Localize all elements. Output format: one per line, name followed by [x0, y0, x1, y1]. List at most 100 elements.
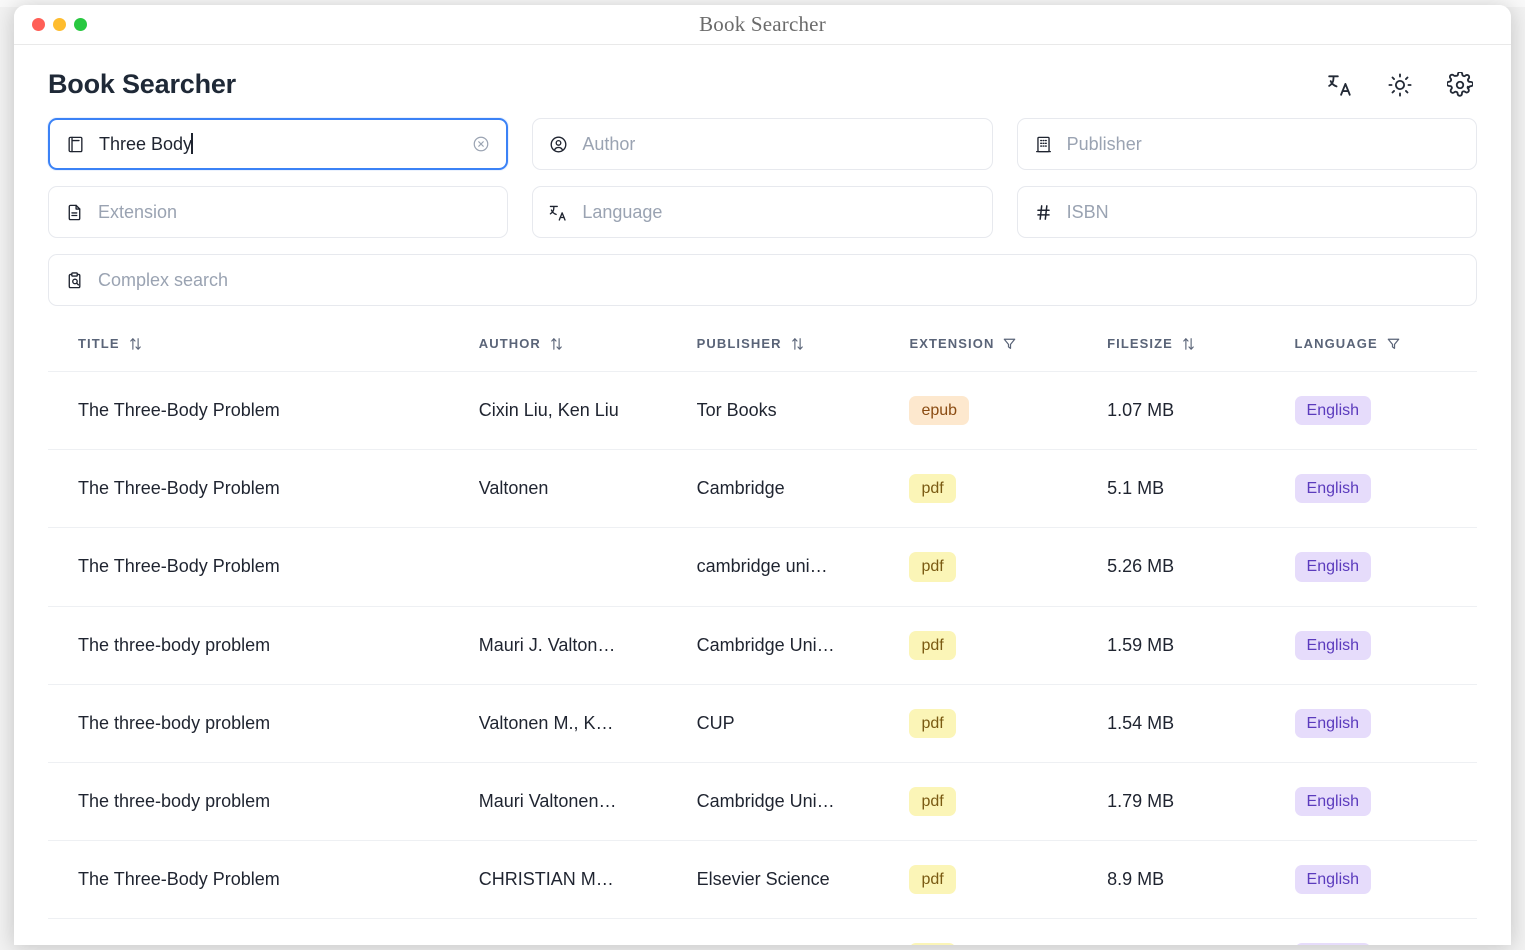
language-badge: English	[1294, 865, 1372, 895]
complex-search-field[interactable]: Complex search	[48, 254, 1477, 306]
column-header-author[interactable]: AUTHOR	[479, 328, 697, 372]
language-icon[interactable]	[1327, 72, 1353, 98]
table-row[interactable]: The three-body problem Valtonen M., K… CUP…	[48, 683, 1477, 763]
hash-icon	[1034, 203, 1053, 222]
settings-icon[interactable]	[1447, 71, 1473, 98]
extension-badge: epub	[909, 396, 970, 426]
results-table-body: The Three-Body Problem Cixin Liu, Ken Liu…	[48, 370, 1477, 945]
clear-title-icon[interactable]	[472, 135, 490, 153]
column-header-title[interactable]: TITLE	[48, 328, 479, 372]
isbn-search-input[interactable]: ISBN	[1067, 202, 1109, 223]
author-search-field[interactable]: Author	[532, 118, 993, 170]
sort-icon[interactable]	[550, 337, 563, 351]
language-badge: English	[1294, 708, 1372, 738]
title-search-field[interactable]: Three Body	[48, 118, 509, 170]
isbn-search-field[interactable]: ISBN	[1016, 186, 1477, 238]
column-label-title: TITLE	[78, 336, 120, 351]
maximize-button[interactable]	[74, 18, 87, 31]
column-header-filesize[interactable]: FILESIZE	[1107, 328, 1294, 372]
language-badge: English	[1294, 786, 1372, 817]
cell-publisher: Cambridge Uni…	[696, 605, 910, 685]
sort-icon[interactable]	[791, 337, 804, 351]
extension-search-field[interactable]: Extension	[48, 186, 509, 238]
language-badge: English	[1294, 552, 1372, 582]
cell-filesize: 1.59 MB	[1107, 605, 1295, 685]
header-actions	[1327, 71, 1477, 98]
cell-filesize: 1.54 MB	[1107, 683, 1295, 763]
cell-language: English	[1294, 370, 1477, 450]
language-search-input[interactable]: Language	[582, 202, 662, 223]
cell-author: CHRISTIAN M…	[478, 840, 697, 919]
language-badge: English	[1294, 943, 1372, 945]
extension-badge: pdf	[909, 630, 956, 660]
cell-title: The three-body problem	[48, 683, 479, 763]
title-search-input[interactable]: Three Body	[99, 133, 193, 155]
app-window: Book Searcher Book Searcher Three Body A…	[14, 5, 1511, 945]
column-label-publisher: PUBLISHER	[696, 336, 782, 351]
cell-publisher: Elsevier Science	[696, 918, 910, 945]
cell-author: Mauri Valtonen…	[478, 761, 697, 841]
extension-badge: pdf	[909, 552, 956, 582]
app-header: Book Searcher	[48, 45, 1477, 118]
filter-icon[interactable]	[1003, 337, 1016, 350]
table-row[interactable]: The Three-Body Problem cambridge uni… pdf 5…	[48, 527, 1477, 607]
publisher-search-field[interactable]: Publisher	[1016, 118, 1477, 170]
results-table: TITLE AUTHOR PUBLISHER EXTENSION FILESIZ…	[48, 328, 1477, 945]
author-search-input[interactable]: Author	[582, 134, 635, 155]
column-header-language[interactable]: LANGUAGE	[1295, 328, 1477, 372]
cell-title: The Three-Body Problem	[48, 840, 479, 919]
sort-icon[interactable]	[129, 337, 142, 351]
cell-publisher: CUP	[696, 683, 910, 763]
cell-title: The Three-Body Problem	[48, 918, 479, 945]
cell-filesize: 5.26 MB	[1107, 527, 1295, 607]
cell-language: English	[1294, 918, 1477, 945]
column-label-extension: EXTENSION	[909, 336, 995, 351]
cell-publisher: cambridge uni…	[696, 527, 910, 607]
cell-extension: epub	[909, 370, 1108, 450]
minimize-button[interactable]	[53, 18, 66, 31]
cell-filesize: 1.79 MB	[1107, 761, 1295, 841]
complex-search-input[interactable]: Complex search	[98, 270, 228, 291]
text-caret	[191, 133, 193, 154]
cell-author: Valtonen	[478, 449, 697, 528]
window-titlebar: Book Searcher	[14, 5, 1511, 45]
table-row[interactable]: The three-body problem Mauri Valtonen… Cam…	[48, 761, 1477, 841]
column-label-filesize: FILESIZE	[1107, 336, 1173, 351]
table-row[interactable]: The three-body problem Mauri J. Valton… Ca…	[48, 605, 1477, 685]
column-header-publisher[interactable]: PUBLISHER	[697, 328, 910, 372]
cell-title: The three-body problem	[48, 605, 479, 685]
table-row[interactable]: The Three-Body ProblemCHRISTIAN M…Elsevi…	[48, 918, 1477, 945]
cell-filesize: 8.9 MB	[1107, 918, 1295, 945]
table-row[interactable]: The Three-Body Problem Valtonen Cambridge p…	[48, 449, 1477, 528]
filter-icon[interactable]	[1387, 337, 1400, 350]
cell-filesize: 8.9 MB	[1107, 840, 1295, 919]
building-icon	[1034, 135, 1053, 154]
cell-extension: pdf	[909, 605, 1108, 685]
cell-author: Cixin Liu, Ken Liu	[478, 370, 697, 450]
theme-icon[interactable]	[1387, 72, 1413, 98]
cell-title: The Three-Body Problem	[48, 527, 479, 607]
cell-extension: pdf	[909, 918, 1108, 945]
language-search-field[interactable]: Language	[532, 186, 993, 238]
clipboard-search-icon	[65, 271, 84, 290]
table-row[interactable]: The Three-Body Problem Cixin Liu, Ken Liu…	[48, 370, 1477, 450]
publisher-search-input[interactable]: Publisher	[1067, 134, 1142, 155]
close-button[interactable]	[32, 18, 45, 31]
cell-author: Mauri J. Valton…	[478, 605, 697, 685]
column-label-author: AUTHOR	[478, 336, 541, 351]
page-title: Book Searcher	[48, 69, 236, 99]
cell-language: English	[1294, 605, 1477, 685]
cell-author: Valtonen M., K…	[478, 683, 697, 763]
sort-icon[interactable]	[1182, 337, 1195, 351]
cell-filesize: 5.1 MB	[1107, 449, 1295, 528]
cell-extension: pdf	[909, 840, 1108, 919]
column-header-extension[interactable]: EXTENSION	[909, 328, 1107, 372]
results-table-container: TITLE AUTHOR PUBLISHER EXTENSION FILESIZ…	[48, 328, 1477, 945]
extension-search-input[interactable]: Extension	[98, 202, 177, 223]
table-row[interactable]: The Three-Body ProblemCHRISTIAN M…Elsevi…	[48, 840, 1477, 919]
language-badge: English	[1294, 474, 1372, 504]
cell-extension: pdf	[909, 449, 1108, 528]
extension-badge: pdf	[909, 865, 956, 895]
language-badge: English	[1294, 396, 1372, 426]
cell-author	[478, 527, 697, 607]
